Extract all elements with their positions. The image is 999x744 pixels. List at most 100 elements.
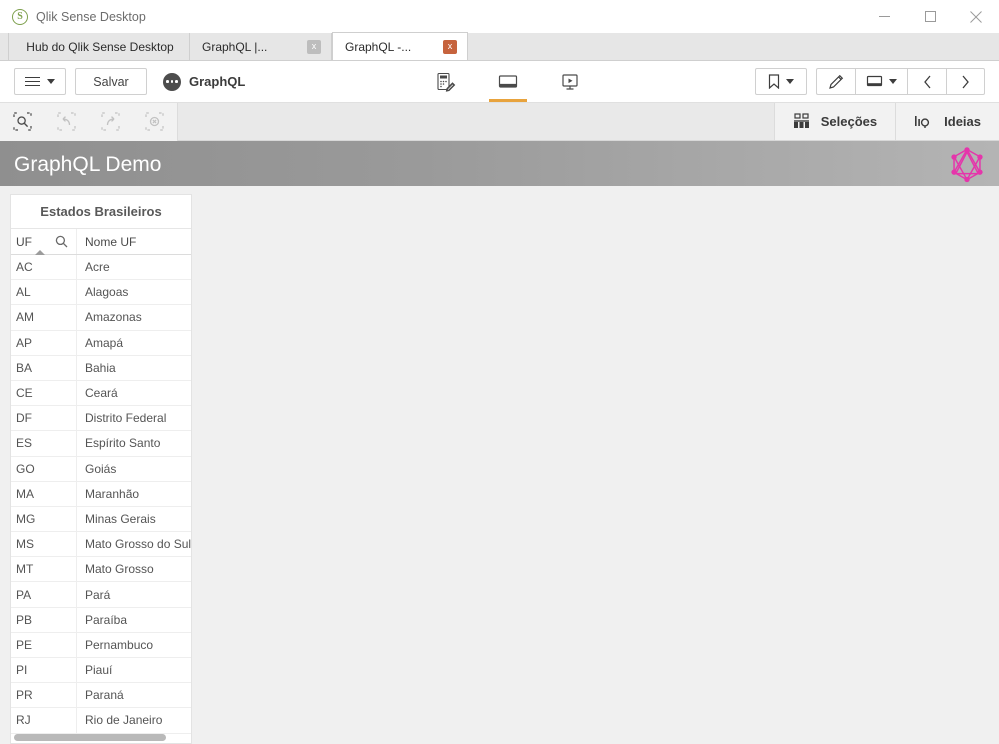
- app-overview-icon: [163, 72, 181, 91]
- cell-uf[interactable]: PE: [11, 632, 77, 657]
- cell-nome[interactable]: Rio de Janeiro: [77, 708, 191, 732]
- cell-uf[interactable]: MG: [11, 506, 77, 532]
- window-titlebar: S Qlik Sense Desktop: [0, 0, 999, 33]
- selections-bar: Seleções Ideias: [0, 102, 999, 141]
- minimize-icon[interactable]: [861, 0, 907, 33]
- table-object-estados: Estados Brasileiros UF Nome UF AC Acre AL…: [10, 194, 192, 744]
- cell-nome[interactable]: Ceará: [77, 381, 191, 405]
- maximize-icon[interactable]: [907, 0, 953, 33]
- table-row[interactable]: GO Goiás: [11, 456, 191, 482]
- cell-nome[interactable]: Pernambuco: [77, 633, 191, 657]
- clear-selections-icon[interactable]: [132, 103, 176, 141]
- window-controls: [861, 0, 999, 33]
- cell-uf[interactable]: CE: [11, 380, 77, 406]
- sheet-icon[interactable]: [477, 61, 539, 102]
- insights-button[interactable]: Ideias: [895, 103, 999, 140]
- cell-nome[interactable]: Paraíba: [77, 608, 191, 632]
- bookmarks-button[interactable]: [755, 68, 807, 95]
- table-title: Estados Brasileiros: [11, 195, 191, 229]
- table-row[interactable]: PA Pará: [11, 582, 191, 608]
- cell-uf[interactable]: MT: [11, 557, 77, 582]
- table-row[interactable]: CE Ceará: [11, 380, 191, 407]
- table-row[interactable]: PI Piauí: [11, 658, 191, 684]
- chevron-down-icon: [889, 79, 897, 84]
- table-row[interactable]: MG Minas Gerais: [11, 506, 191, 533]
- table-row[interactable]: MA Maranhão: [11, 481, 191, 507]
- tab-graphql-1[interactable]: GraphQL |... x: [190, 33, 332, 60]
- table-row[interactable]: RJ Rio de Janeiro: [11, 708, 191, 734]
- cell-uf[interactable]: PA: [11, 582, 77, 607]
- table-row[interactable]: AL Alagoas: [11, 280, 191, 306]
- column-header-nome-uf[interactable]: Nome UF: [77, 229, 191, 254]
- step-forward-icon[interactable]: [88, 103, 132, 141]
- table-row[interactable]: PR Paraná: [11, 683, 191, 709]
- cell-uf[interactable]: BA: [11, 355, 77, 380]
- close-icon[interactable]: [953, 0, 999, 33]
- table-row[interactable]: AM Amazonas: [11, 305, 191, 331]
- table-row[interactable]: DF Distrito Federal: [11, 406, 191, 432]
- cell-uf[interactable]: ES: [11, 431, 77, 456]
- graphql-logo: [951, 147, 983, 183]
- tab-hub[interactable]: Hub do Qlik Sense Desktop: [8, 33, 190, 60]
- table-row[interactable]: BA Bahia: [11, 355, 191, 381]
- cell-uf[interactable]: AL: [11, 280, 77, 305]
- cell-nome[interactable]: Distrito Federal: [77, 406, 191, 430]
- cell-nome[interactable]: Amazonas: [77, 305, 191, 329]
- hamburger-icon: [25, 76, 40, 87]
- cell-nome[interactable]: Espírito Santo: [77, 431, 191, 455]
- cell-nome[interactable]: Alagoas: [77, 280, 191, 304]
- cell-nome[interactable]: Mato Grosso do Sul: [77, 532, 191, 556]
- tab-graphql-2[interactable]: GraphQL -... x: [332, 32, 468, 60]
- cell-nome[interactable]: Piauí: [77, 658, 191, 682]
- cell-uf[interactable]: AC: [11, 255, 77, 280]
- cell-nome[interactable]: Amapá: [77, 331, 191, 355]
- cell-nome[interactable]: Bahia: [77, 356, 191, 380]
- cell-uf[interactable]: AM: [11, 305, 77, 330]
- cell-uf[interactable]: RJ: [11, 708, 77, 733]
- cell-uf[interactable]: GO: [11, 456, 77, 481]
- tab-close-icon[interactable]: x: [307, 39, 321, 54]
- table-row[interactable]: PB Paraíba: [11, 607, 191, 633]
- sheet-selector-button[interactable]: [855, 68, 907, 95]
- tab-close-icon[interactable]: x: [443, 39, 457, 54]
- table-row[interactable]: PE Pernambuco: [11, 632, 191, 658]
- step-back-icon[interactable]: [44, 103, 88, 141]
- cell-uf[interactable]: PR: [11, 683, 77, 708]
- table-row[interactable]: MS Mato Grosso do Sul: [11, 532, 191, 558]
- cell-uf[interactable]: DF: [11, 406, 77, 431]
- app-name-chip[interactable]: GraphQL: [163, 72, 245, 91]
- main-menu-button[interactable]: [14, 68, 66, 95]
- selection-tools: [0, 102, 178, 141]
- table-row[interactable]: AP Amapá: [11, 330, 191, 356]
- cell-nome[interactable]: Goiás: [77, 457, 191, 481]
- cell-uf[interactable]: MS: [11, 532, 77, 557]
- table-row[interactable]: ES Espírito Santo: [11, 431, 191, 457]
- cell-uf[interactable]: MA: [11, 481, 77, 506]
- selections-icon: [793, 113, 809, 128]
- insights-label: Ideias: [944, 114, 981, 129]
- cell-nome[interactable]: Pará: [77, 582, 191, 606]
- cell-nome[interactable]: Mato Grosso: [77, 557, 191, 581]
- column-header-uf[interactable]: UF: [11, 229, 77, 255]
- previous-sheet-button[interactable]: [907, 68, 946, 95]
- save-button[interactable]: Salvar: [75, 68, 147, 95]
- data-load-editor-icon[interactable]: [415, 61, 477, 102]
- table-row[interactable]: AC Acre: [11, 255, 191, 281]
- cell-nome[interactable]: Maranhão: [77, 482, 191, 506]
- cell-nome[interactable]: Paraná: [77, 683, 191, 707]
- selections-label: Seleções: [820, 114, 878, 129]
- selection-search-icon[interactable]: [0, 103, 44, 141]
- table-row[interactable]: MT Mato Grosso: [11, 557, 191, 583]
- horizontal-scrollbar[interactable]: [14, 734, 166, 741]
- cell-nome[interactable]: Acre: [77, 255, 191, 279]
- cell-uf[interactable]: PB: [11, 607, 77, 632]
- cell-uf[interactable]: AP: [11, 330, 77, 355]
- storytelling-icon[interactable]: [539, 61, 601, 102]
- cell-uf[interactable]: PI: [11, 658, 77, 683]
- search-icon[interactable]: [55, 235, 68, 248]
- next-sheet-button[interactable]: [946, 68, 985, 95]
- edit-sheet-button[interactable]: [816, 68, 855, 95]
- cell-nome[interactable]: Minas Gerais: [77, 507, 191, 531]
- selections-button[interactable]: Seleções: [773, 103, 896, 140]
- sheet-header: GraphQL Demo: [0, 141, 999, 189]
